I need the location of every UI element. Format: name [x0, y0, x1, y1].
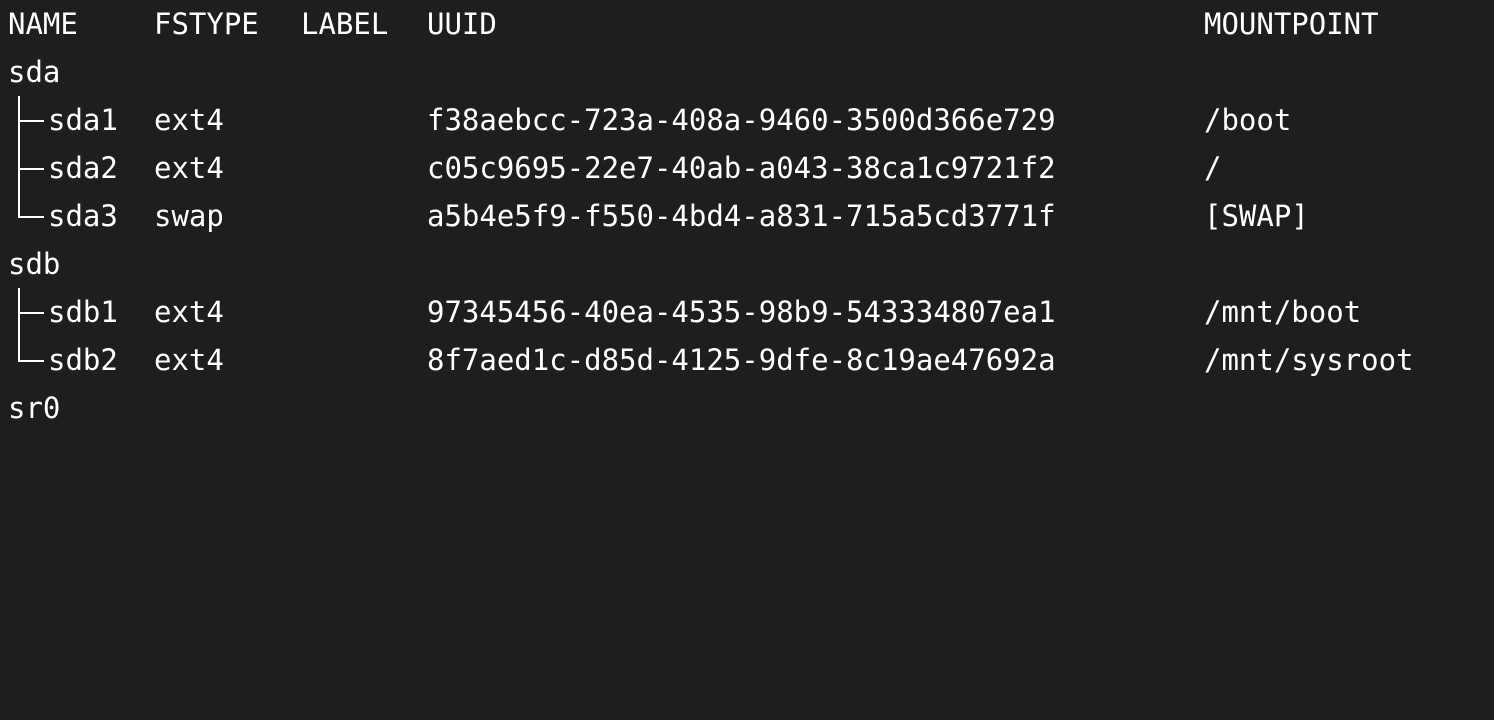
tree-branch-end-icon	[18, 192, 48, 240]
device-row: sdb	[8, 240, 78, 288]
partition-mountpoint: /mnt/boot	[1204, 295, 1362, 329]
header-uuid: UUID	[427, 7, 497, 41]
header-name: NAME	[8, 7, 78, 41]
tree-branch-icon	[18, 288, 48, 336]
partition-row: sdb1 ext4 97345456-40ea-4535-98b9-543334…	[8, 288, 1361, 336]
terminal-output[interactable]: NAME FSTYPE LABEL UUID MOUNTPOINT sda sd…	[0, 0, 1494, 429]
device-name: sr0	[8, 391, 61, 425]
partition-row: sda3 swap a5b4e5f9-f550-4bd4-a831-715a5c…	[8, 192, 1309, 240]
partition-fstype: ext4	[154, 151, 224, 185]
partition-name: sda1	[48, 103, 118, 137]
partition-uuid: c05c9695-22e7-40ab-a043-38ca1c9721f2	[427, 151, 1056, 185]
partition-mountpoint: /	[1204, 151, 1222, 185]
partition-name: sda2	[48, 151, 118, 185]
device-name: sda	[8, 55, 61, 89]
partition-mountpoint: /mnt/sysroot	[1204, 343, 1414, 377]
partition-fstype: ext4	[154, 343, 224, 377]
partition-fstype: ext4	[154, 103, 224, 137]
tree-branch-end-icon	[18, 336, 48, 384]
partition-fstype: ext4	[154, 295, 224, 329]
header-mountpoint: MOUNTPOINT	[1204, 7, 1379, 41]
partition-row: sda1 ext4 f38aebcc-723a-408a-9460-3500d3…	[8, 96, 1291, 144]
partition-row: sdb2 ext4 8f7aed1c-d85d-4125-9dfe-8c19ae…	[8, 336, 1414, 384]
tree-branch-icon	[18, 144, 48, 192]
device-row: sda	[8, 48, 78, 96]
device-row: sr0	[8, 384, 78, 432]
partition-row: sda2 ext4 c05c9695-22e7-40ab-a043-38ca1c…	[8, 144, 1221, 192]
partition-fstype: swap	[154, 199, 224, 233]
partition-uuid: f38aebcc-723a-408a-9460-3500d366e729	[427, 103, 1056, 137]
partition-name: sda3	[48, 199, 118, 233]
partition-name: sdb1	[48, 295, 118, 329]
partition-uuid: a5b4e5f9-f550-4bd4-a831-715a5cd3771f	[427, 199, 1056, 233]
partition-name: sdb2	[48, 343, 118, 377]
header-fstype: FSTYPE	[154, 7, 259, 41]
tree-branch-icon	[18, 96, 48, 144]
header-row: NAME FSTYPE LABEL UUID MOUNTPOINT	[8, 0, 1379, 48]
header-label: LABEL	[301, 7, 389, 41]
partition-uuid: 97345456-40ea-4535-98b9-543334807ea1	[427, 295, 1056, 329]
partition-mountpoint: /boot	[1204, 103, 1292, 137]
device-name: sdb	[8, 247, 61, 281]
partition-mountpoint: [SWAP]	[1204, 199, 1309, 233]
partition-uuid: 8f7aed1c-d85d-4125-9dfe-8c19ae47692a	[427, 343, 1056, 377]
